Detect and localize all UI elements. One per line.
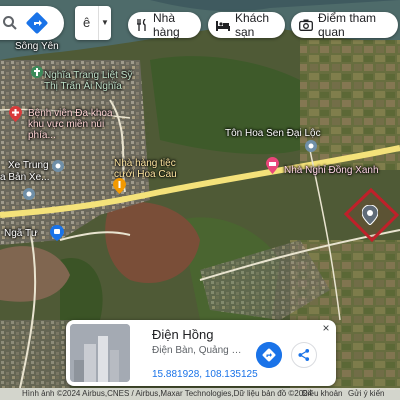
place-coordinates[interactable]: 15.881928, 108.135125 xyxy=(152,369,258,380)
close-button[interactable]: × xyxy=(320,322,332,334)
place-pin-icon[interactable] xyxy=(362,205,378,225)
directions-icon[interactable] xyxy=(25,11,49,35)
restaurant-icon xyxy=(137,19,146,31)
place-marker-icon[interactable] xyxy=(305,140,317,152)
map-footer: Hình ảnh ©2024 Airbus,CNES / Airbus,Maxa… xyxy=(0,388,400,400)
hospital-icon[interactable] xyxy=(9,106,22,122)
chevron-down-icon[interactable]: ▼ xyxy=(98,6,111,40)
share-button[interactable] xyxy=(291,342,317,368)
directions-button[interactable] xyxy=(256,342,282,368)
ban-xe-label: a Bản Xe... xyxy=(0,172,50,183)
restaurant-label[interactable]: Nhà hàng tiệc cưới Hoa Cau xyxy=(114,158,186,180)
feedback-link[interactable]: Gửi ý kiến xyxy=(348,388,384,400)
layer-dropdown[interactable]: ê ▼ xyxy=(75,6,111,40)
transit-icon[interactable] xyxy=(50,225,64,241)
search-box[interactable] xyxy=(0,6,64,40)
place-marker-icon[interactable] xyxy=(52,160,64,172)
flower-shop-label[interactable]: Tôn Hoa Sen Đại Lộc xyxy=(225,128,321,139)
hospital-label[interactable]: Bệnh viện Đa khoa khu vực miền núi phía.… xyxy=(28,108,128,141)
guesthouse-label[interactable]: Nhà Nghỉ Đồng Xanh xyxy=(284,165,379,176)
layer-label: ê xyxy=(83,15,91,30)
place-address: Điện Bàn, Quảng Nam, V... xyxy=(152,345,242,356)
river-label: Sông Yên xyxy=(15,41,59,52)
chip-label: Điểm tham quan xyxy=(318,11,377,39)
hotel-icon xyxy=(216,21,230,31)
chip-hotels[interactable]: Khách sạn xyxy=(208,11,285,39)
chip-attractions[interactable]: Điểm tham quan xyxy=(291,11,398,39)
chip-label: Khách sạn xyxy=(235,11,270,39)
place-thumbnail[interactable] xyxy=(70,324,130,382)
xe-trung-label: Xe Trung xyxy=(8,160,49,171)
chip-label: Nhà hàng xyxy=(153,11,180,39)
guesthouse-icon[interactable] xyxy=(266,157,279,174)
place-marker-icon[interactable] xyxy=(23,188,35,200)
intersection-label: Ngã Tư xyxy=(4,228,38,239)
search-icon[interactable] xyxy=(2,15,18,31)
chip-restaurants[interactable]: Nhà hàng xyxy=(128,11,201,39)
cemetery-label[interactable]: Nghĩa Trang Liệt Sỹ Thị Trấn Ái Nghĩa xyxy=(44,70,144,92)
imagery-attribution: Hình ảnh ©2024 Airbus,CNES / Airbus,Maxa… xyxy=(22,389,313,398)
camera-icon xyxy=(299,19,313,31)
cemetery-icon[interactable] xyxy=(31,66,43,80)
place-title: Điện Hồng xyxy=(152,327,214,342)
restaurant-icon[interactable] xyxy=(113,178,126,194)
terms-link[interactable]: Điều khoản xyxy=(302,388,342,400)
place-info-card[interactable]: Điện Hồng Điện Bàn, Quảng Nam, V... 15.8… xyxy=(66,320,336,386)
